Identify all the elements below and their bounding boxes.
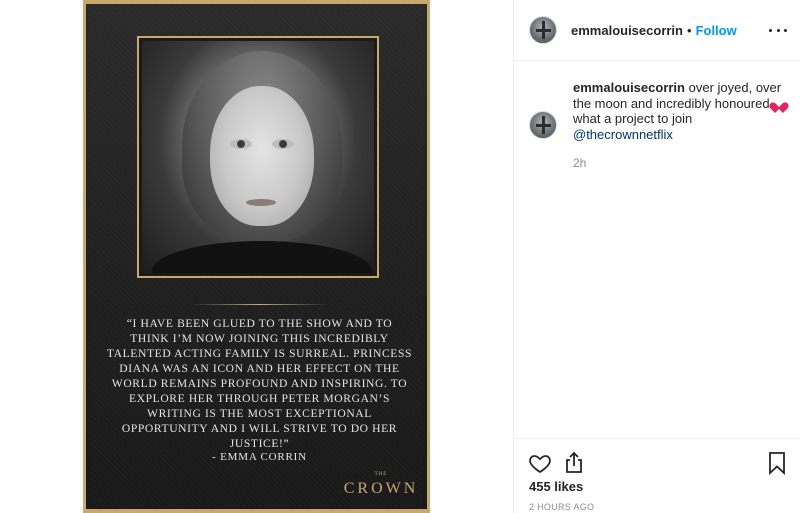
dot-separator: • (687, 22, 692, 38)
follow-button[interactable]: Follow (696, 23, 737, 38)
more-options-icon[interactable] (769, 22, 787, 38)
post-timestamp[interactable]: 2 HOURS AGO (529, 502, 594, 512)
red-heart-emoji-icon (773, 98, 785, 109)
caption-text-part-2: what a project to join (573, 111, 693, 126)
username-link[interactable]: emmalouisecorrin (571, 23, 683, 38)
quote-divider (191, 304, 328, 305)
caption-text: emmalouisecorrin over joyed, over the mo… (573, 80, 793, 142)
caption-time[interactable]: 2h (573, 156, 586, 170)
post-header: emmalouisecorrin • Follow (514, 0, 800, 61)
poster-quote: “I have been glued to the show and to th… (106, 317, 413, 450)
share-upload-icon[interactable] (562, 451, 586, 475)
avatar[interactable] (529, 16, 557, 44)
the-crown-announcement-poster: “I have been glued to the show and to th… (83, 0, 430, 513)
mention-link[interactable]: @thecrownnetflix (573, 127, 673, 142)
wordmark-crown: CROWN (343, 480, 419, 497)
caption-username-link[interactable]: emmalouisecorrin (573, 80, 685, 95)
caption-avatar[interactable] (529, 111, 557, 139)
the-crown-logo: THE CROWN (331, 472, 431, 498)
wordmark-the: THE (374, 472, 388, 477)
portrait-frame (137, 36, 379, 278)
post-image-panel: “I have been glued to the show and to th… (0, 0, 513, 513)
bookmark-icon[interactable] (765, 451, 789, 475)
poster-attribution: - EMMA CORRIN (212, 451, 307, 463)
portrait-photo (142, 41, 374, 273)
post-details-panel: emmalouisecorrin • Follow emmalouisecorr… (513, 0, 800, 513)
heart-outline-icon[interactable] (528, 451, 552, 475)
likes-count[interactable]: 455 likes (529, 479, 583, 494)
